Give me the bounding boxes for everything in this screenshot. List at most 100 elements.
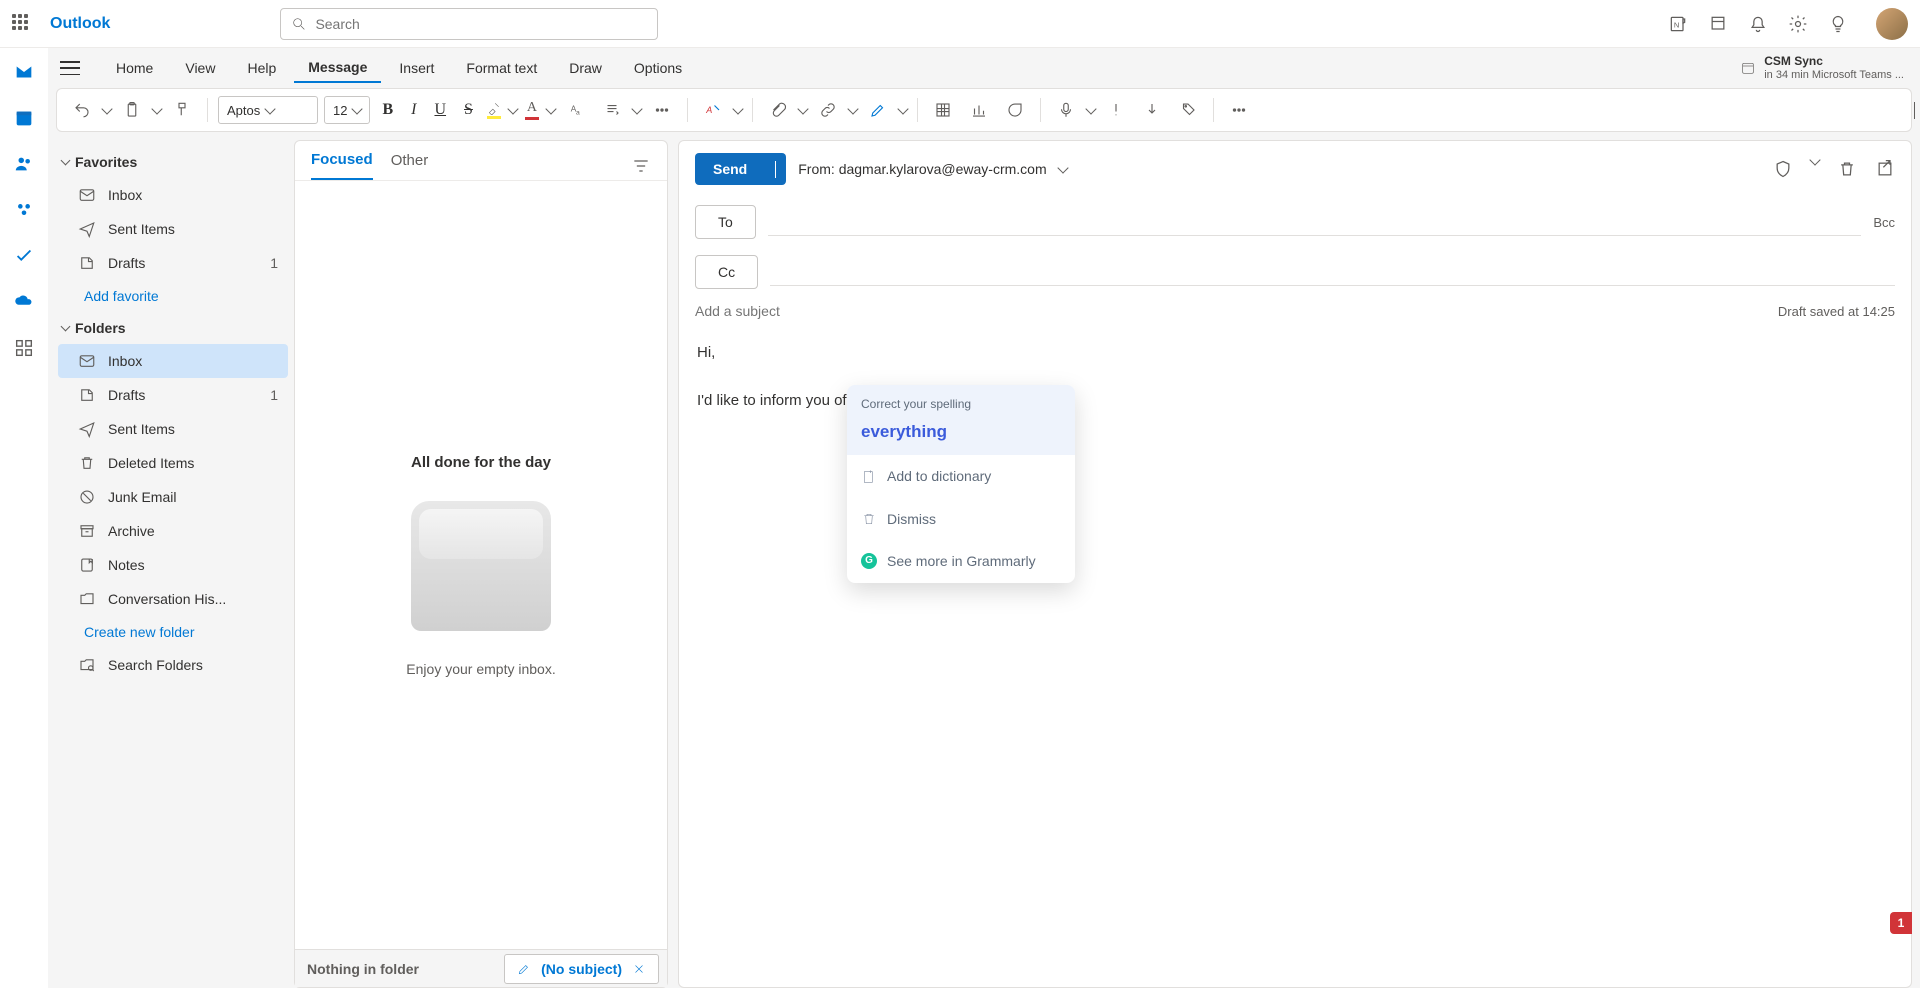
attach-button[interactable] [763, 97, 793, 123]
low-importance-button[interactable] [1137, 97, 1167, 123]
filter-icon[interactable] [631, 156, 651, 176]
other-tab[interactable]: Other [391, 152, 429, 179]
tab-home[interactable]: Home [102, 54, 167, 82]
subject-input[interactable] [695, 303, 1778, 319]
rail-apps[interactable] [12, 336, 36, 360]
undo-button[interactable] [67, 97, 97, 123]
close-icon[interactable] [632, 962, 646, 976]
search-input[interactable] [315, 16, 647, 32]
encrypt-dropdown[interactable] [1809, 154, 1820, 165]
highlight-dropdown[interactable] [507, 103, 518, 114]
ribbon-expand-icon[interactable] [1914, 102, 1915, 118]
paragraph-dropdown[interactable] [631, 103, 642, 114]
tab-message[interactable]: Message [294, 53, 381, 83]
draft-tab[interactable]: (No subject) [504, 954, 659, 984]
rail-people[interactable] [12, 152, 36, 176]
rail-todo[interactable] [12, 244, 36, 268]
rail-calendar[interactable] [12, 106, 36, 130]
link-dropdown[interactable] [847, 103, 858, 114]
chart-button[interactable] [964, 97, 994, 123]
send-button[interactable]: Send [695, 153, 765, 185]
folders-notes[interactable]: Notes [58, 548, 288, 582]
encrypt-icon[interactable] [1773, 159, 1793, 179]
to-button[interactable]: To [695, 205, 756, 239]
link-button[interactable] [813, 97, 843, 123]
popout-icon[interactable] [1875, 159, 1895, 179]
strikethrough-button[interactable]: S [458, 99, 479, 121]
search-folders[interactable]: Search Folders [58, 648, 288, 682]
dictate-button[interactable] [1051, 97, 1081, 123]
favorites-header[interactable]: Favorites [58, 146, 288, 178]
bcc-link[interactable]: Bcc [1873, 215, 1895, 230]
favorites-drafts[interactable]: Drafts1 [58, 246, 288, 280]
folders-inbox[interactable]: Inbox [58, 344, 288, 378]
tab-options[interactable]: Options [620, 54, 696, 82]
favorites-inbox[interactable]: Inbox [58, 178, 288, 212]
grammarly-see-more[interactable]: G See more in Grammarly [847, 540, 1075, 582]
underline-button[interactable]: U [428, 99, 452, 121]
notification-badge[interactable]: 1 [1890, 912, 1912, 934]
folders-conversation-history[interactable]: Conversation His... [58, 582, 288, 616]
paste-dropdown[interactable] [151, 103, 162, 114]
gear-icon[interactable] [1788, 14, 1808, 34]
signature-dropdown[interactable] [897, 103, 908, 114]
tab-format-text[interactable]: Format text [452, 54, 551, 82]
folders-archive[interactable]: Archive [58, 514, 288, 548]
folders-sent[interactable]: Sent Items [58, 412, 288, 446]
rail-onedrive[interactable] [12, 290, 36, 314]
font-color-dropdown[interactable] [545, 103, 556, 114]
discard-icon[interactable] [1837, 159, 1857, 179]
bold-button[interactable]: B [376, 99, 399, 121]
attach-dropdown[interactable] [797, 103, 808, 114]
cc-button[interactable]: Cc [695, 255, 758, 289]
styles-button[interactable]: A [698, 97, 728, 123]
grammarly-dismiss[interactable]: Dismiss [847, 498, 1075, 540]
table-button[interactable] [928, 97, 958, 123]
loop-button[interactable] [1000, 97, 1030, 123]
create-folder-link[interactable]: Create new folder [58, 616, 288, 648]
tab-insert[interactable]: Insert [385, 54, 448, 82]
send-dropdown[interactable] [765, 153, 786, 185]
avatar[interactable] [1876, 8, 1908, 40]
app-launcher-icon[interactable] [12, 14, 32, 34]
more-formatting-button[interactable] [647, 97, 677, 123]
bulb-icon[interactable] [1828, 14, 1848, 34]
paragraph-button[interactable] [597, 97, 627, 123]
tag-button[interactable] [1173, 97, 1203, 123]
cc-input[interactable] [770, 258, 1895, 286]
bell-icon[interactable] [1748, 14, 1768, 34]
tab-view[interactable]: View [171, 54, 229, 82]
styles-dropdown[interactable] [732, 103, 743, 114]
folders-header[interactable]: Folders [58, 312, 288, 344]
tab-draw[interactable]: Draw [555, 54, 616, 82]
focused-tab[interactable]: Focused [311, 151, 373, 180]
clear-formatting-button[interactable]: Aa [561, 97, 591, 123]
add-favorite-link[interactable]: Add favorite [58, 280, 288, 312]
font-size-select[interactable]: 12 [324, 96, 370, 124]
grammarly-suggestion[interactable]: Correct your spelling everything [847, 385, 1075, 455]
highlight-button[interactable] [485, 99, 503, 121]
importance-button[interactable] [1101, 97, 1131, 123]
to-input[interactable] [768, 208, 1862, 236]
paste-button[interactable] [117, 97, 147, 123]
dictate-dropdown[interactable] [1085, 103, 1096, 114]
search-box[interactable] [280, 8, 658, 40]
signature-button[interactable] [863, 97, 893, 123]
rail-groups[interactable] [12, 198, 36, 222]
format-painter-button[interactable] [167, 97, 197, 123]
meeting-reminder[interactable]: CSM Sync in 34 min Microsoft Teams ... [1740, 54, 1904, 82]
favorites-sent[interactable]: Sent Items [58, 212, 288, 246]
tab-help[interactable]: Help [233, 54, 290, 82]
notes-icon[interactable] [1708, 14, 1728, 34]
email-body-editor[interactable]: Hi, I'd like to inform you of everyth Co… [679, 325, 1911, 987]
font-color-button[interactable]: A [523, 98, 541, 122]
onenote-icon[interactable]: N [1668, 14, 1688, 34]
hamburger-icon[interactable] [60, 61, 80, 75]
grammarly-add-dictionary[interactable]: Add to dictionary [847, 455, 1075, 497]
rail-mail[interactable] [12, 60, 36, 84]
ribbon-more-button[interactable] [1224, 97, 1254, 123]
italic-button[interactable]: I [405, 99, 422, 121]
font-family-select[interactable]: Aptos [218, 96, 318, 124]
folders-drafts[interactable]: Drafts1 [58, 378, 288, 412]
from-dropdown[interactable] [1057, 162, 1068, 173]
